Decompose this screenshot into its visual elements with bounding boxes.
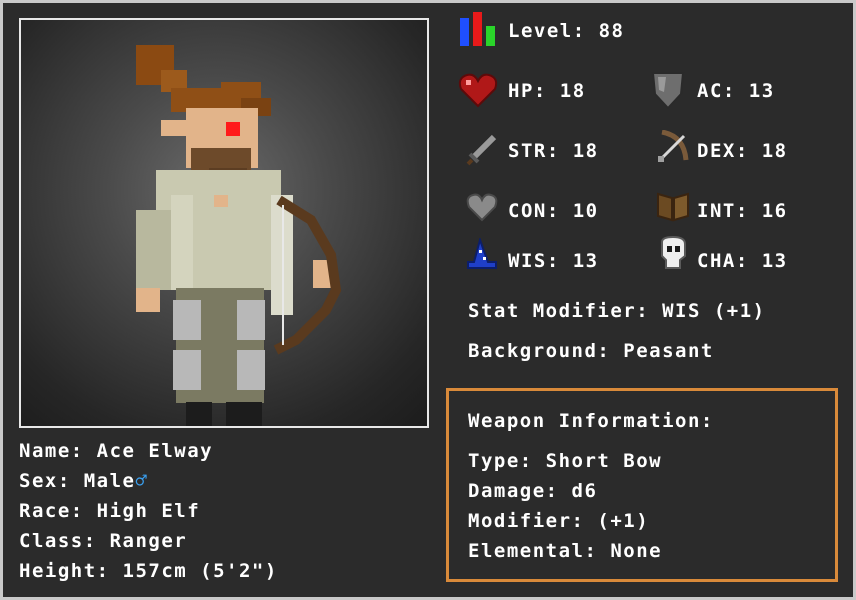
str-value: 18 <box>572 140 599 162</box>
level-value: 88 <box>598 20 625 42</box>
cha-value: 13 <box>761 250 788 272</box>
background-row: Background: Peasant <box>468 340 714 362</box>
cha-label: CHA: <box>697 250 749 272</box>
weapon-info-title: Weapon Information: <box>468 410 714 432</box>
character-race: High Elf <box>96 500 201 522</box>
weapon-type-value: Short Bow <box>545 450 663 472</box>
weapon-modifier-row: Modifier: (+1) <box>468 510 649 532</box>
wizard-hat-icon <box>467 238 497 269</box>
wis-row: WIS: 13 <box>508 250 599 272</box>
int-label: INT: <box>697 200 749 222</box>
race-label: Race: <box>19 500 84 522</box>
hp-label: HP: <box>508 80 547 102</box>
dex-label: DEX: <box>697 140 749 162</box>
ac-value: 13 <box>748 80 775 102</box>
level-label: Level: <box>508 20 586 42</box>
weapon-elemental-label: Elemental: <box>468 540 598 562</box>
weapon-modifier-label: Modifier: <box>468 510 585 532</box>
con-label: CON: <box>508 200 560 222</box>
stat-modifier-label: Stat Modifier: <box>468 300 650 322</box>
height-label: Height: <box>19 560 110 582</box>
class-label: Class: <box>19 530 97 552</box>
class-row: Class: Ranger <box>19 530 187 552</box>
bow-arrow-icon <box>658 130 689 162</box>
hp-value: 18 <box>559 80 586 102</box>
grey-heart-icon <box>466 193 498 222</box>
int-row: INT: 16 <box>697 200 788 222</box>
race-row: Race: High Elf <box>19 500 200 522</box>
character-portrait <box>19 18 429 428</box>
ranger-sprite <box>136 45 342 426</box>
sword-icon <box>466 134 497 166</box>
height-row: Height: 157cm (5'2") <box>19 560 278 582</box>
stat-modifier-value: WIS (+1) <box>662 300 766 322</box>
background-value: Peasant <box>623 340 714 362</box>
wis-value: 13 <box>572 250 599 272</box>
weapon-damage-row: Damage: d6 <box>468 480 597 502</box>
background-label: Background: <box>468 340 611 362</box>
name-label: Name: <box>19 440 84 462</box>
character-sex: Male <box>83 470 136 492</box>
skull-icon <box>661 236 686 269</box>
shield-icon <box>651 72 685 110</box>
wis-label: WIS: <box>508 250 560 272</box>
character-class: Ranger <box>109 530 188 552</box>
int-value: 16 <box>761 200 788 222</box>
name-row: Name: Ace Elway <box>19 440 213 462</box>
heart-icon <box>458 73 498 108</box>
con-row: CON: 10 <box>508 200 599 222</box>
male-symbol-icon: ♂ <box>135 470 149 492</box>
weapon-modifier-value: (+1) <box>597 510 650 532</box>
str-row: STR: 18 <box>508 140 599 162</box>
cha-row: CHA: 13 <box>697 250 788 272</box>
dex-row: DEX: 18 <box>697 140 788 162</box>
weapon-type-label: Type: <box>468 450 533 472</box>
weapon-damage-value: d6 <box>571 480 598 502</box>
sex-row: Sex: Male♂ <box>19 470 148 492</box>
weapon-damage-label: Damage: <box>468 480 559 502</box>
character-height: 157cm (5'2") <box>122 560 278 582</box>
stat-modifier-row: Stat Modifier: WIS (+1) <box>468 300 766 322</box>
ac-label: AC: <box>697 80 736 102</box>
weapon-elemental-row: Elemental: None <box>468 540 662 562</box>
weapon-type-row: Type: Short Bow <box>468 450 662 472</box>
ac-row: AC: 13 <box>697 80 775 102</box>
book-icon <box>657 192 689 222</box>
con-value: 10 <box>572 200 599 222</box>
level-row: Level: 88 <box>508 20 624 42</box>
dex-value: 18 <box>761 140 788 162</box>
sex-label: Sex: <box>19 470 71 492</box>
hp-row: HP: 18 <box>508 80 586 102</box>
weapon-elemental-value: None <box>610 540 663 562</box>
str-label: STR: <box>508 140 560 162</box>
level-bars-icon <box>460 12 495 46</box>
character-name: Ace Elway <box>96 440 214 462</box>
